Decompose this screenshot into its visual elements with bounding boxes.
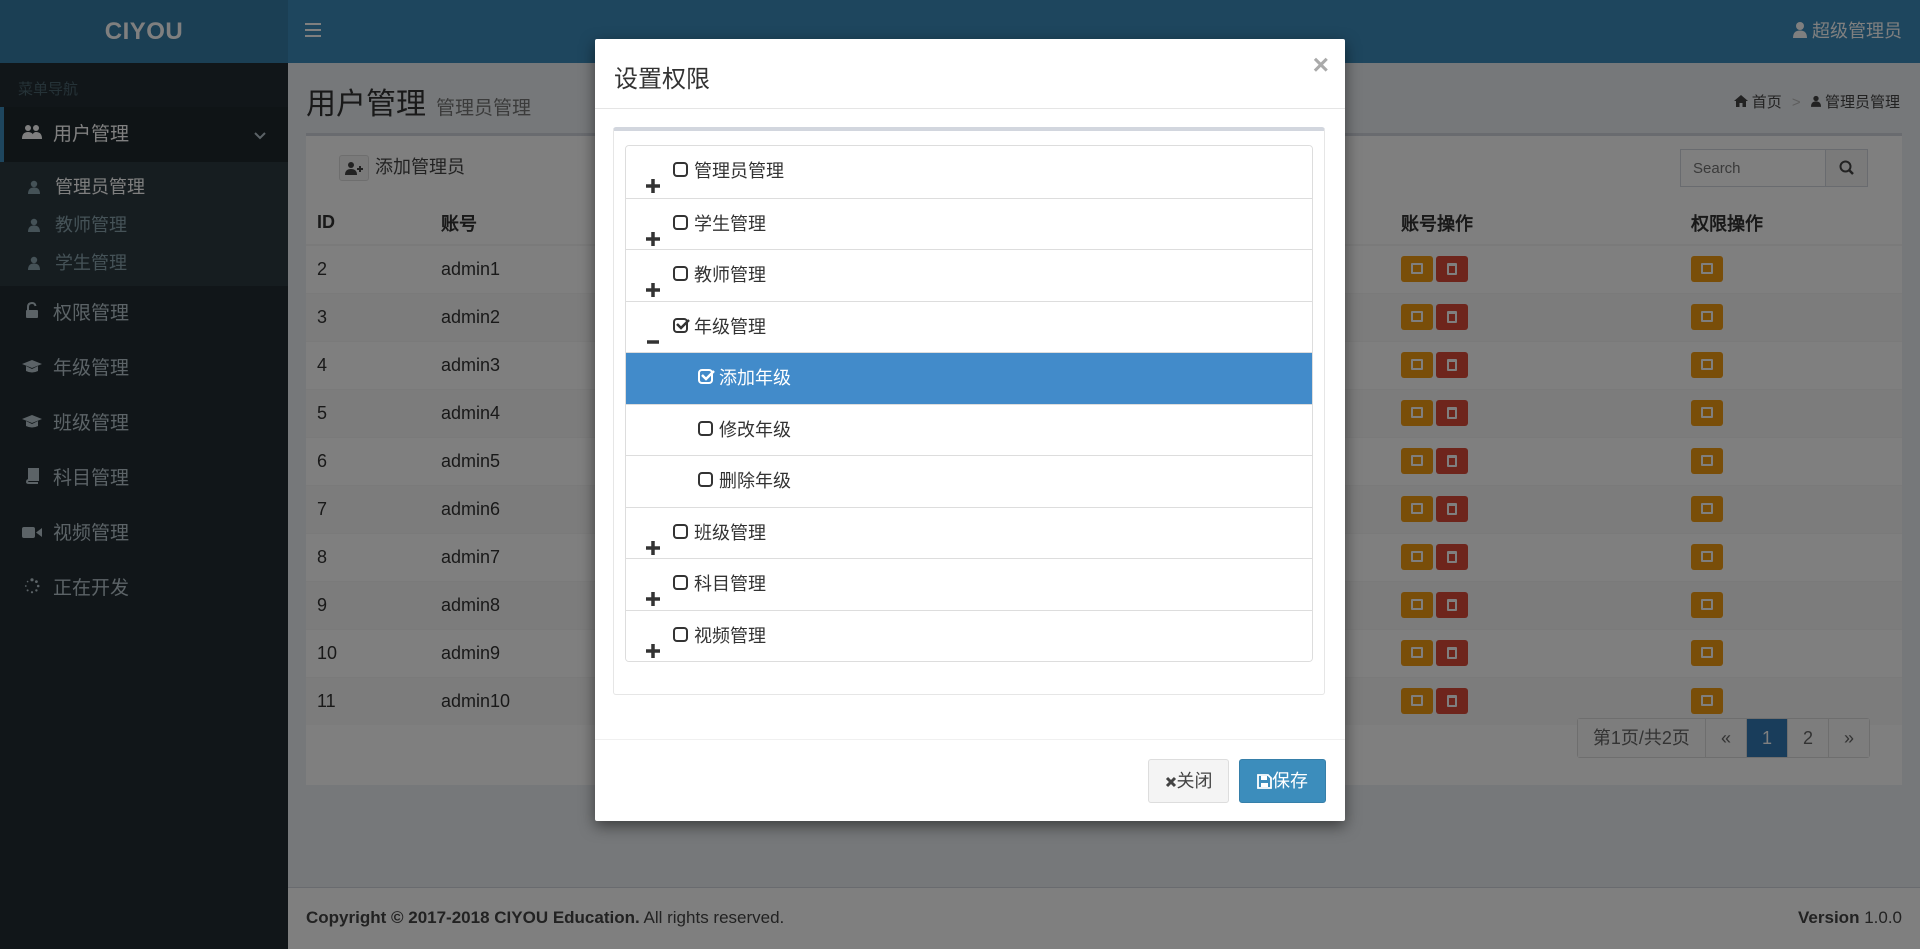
save-button-label: 保存	[1272, 771, 1308, 791]
close-button-label: 关闭	[1176, 771, 1213, 791]
modal-header: 设置权限 ×	[595, 39, 1345, 109]
tree-node[interactable]: 添加年级	[626, 352, 1312, 404]
checkbox-icon[interactable]	[673, 266, 688, 281]
checkbox-icon[interactable]	[673, 523, 688, 539]
tree-node-label: 学生管理	[694, 213, 766, 234]
tree-node-label: 班级管理	[694, 522, 766, 543]
checkbox-icon[interactable]	[673, 575, 688, 590]
save-button[interactable]: 保存	[1239, 759, 1326, 803]
tree-node[interactable]: 科目管理	[626, 558, 1312, 610]
tree-node-label: 视频管理	[694, 625, 766, 646]
expand-plus-icon[interactable]	[645, 267, 661, 297]
tree-node-label: 科目管理	[694, 574, 766, 594]
times-icon	[1165, 776, 1176, 788]
checkbox-icon[interactable]	[698, 420, 713, 436]
tree-node[interactable]: 视频管理	[626, 609, 1312, 661]
permission-modal: 设置权限 × 管理员管理学生管理教师管理年级管理添加年级修改年级删除年级班级管理…	[595, 39, 1345, 821]
tree-node-label: 教师管理	[694, 265, 766, 285]
tree-node[interactable]: 修改年级	[626, 403, 1312, 455]
modal-footer: 关闭 保存	[595, 739, 1345, 821]
modal-title: 设置权限	[614, 66, 710, 93]
tree-node-label: 删除年级	[719, 471, 791, 491]
expand-plus-icon[interactable]	[645, 216, 661, 246]
floppy-icon	[1257, 774, 1272, 789]
tree-node-label: 修改年级	[719, 419, 791, 440]
tree-node[interactable]: 学生管理	[626, 197, 1312, 249]
tree-node[interactable]: 年级管理	[626, 300, 1312, 352]
checked-box-icon[interactable]	[698, 369, 715, 384]
close-icon[interactable]: ×	[1313, 51, 1329, 79]
expand-plus-icon[interactable]	[645, 576, 661, 606]
checked-box-icon[interactable]	[673, 317, 690, 333]
expand-plus-icon[interactable]	[645, 628, 661, 658]
checkbox-icon[interactable]	[698, 472, 713, 487]
tree-node[interactable]: 班级管理	[626, 506, 1312, 558]
tree-node-label: 添加年级	[719, 368, 791, 388]
tree-node[interactable]: 删除年级	[626, 455, 1312, 507]
tree-node-label: 年级管理	[694, 316, 766, 337]
checkbox-icon[interactable]	[673, 626, 688, 642]
tree-node[interactable]: 管理员管理	[626, 146, 1312, 198]
tree-node[interactable]: 教师管理	[626, 249, 1312, 301]
checkbox-icon[interactable]	[673, 162, 688, 177]
tree-node-label: 管理员管理	[694, 161, 784, 181]
collapse-minus-icon[interactable]	[645, 319, 661, 344]
expand-plus-icon[interactable]	[645, 163, 661, 193]
permission-tree: 管理员管理学生管理教师管理年级管理添加年级修改年级删除年级班级管理科目管理视频管…	[625, 145, 1313, 662]
checkbox-icon[interactable]	[673, 214, 688, 230]
close-button[interactable]: 关闭	[1148, 759, 1229, 803]
expand-plus-icon[interactable]	[645, 525, 661, 555]
